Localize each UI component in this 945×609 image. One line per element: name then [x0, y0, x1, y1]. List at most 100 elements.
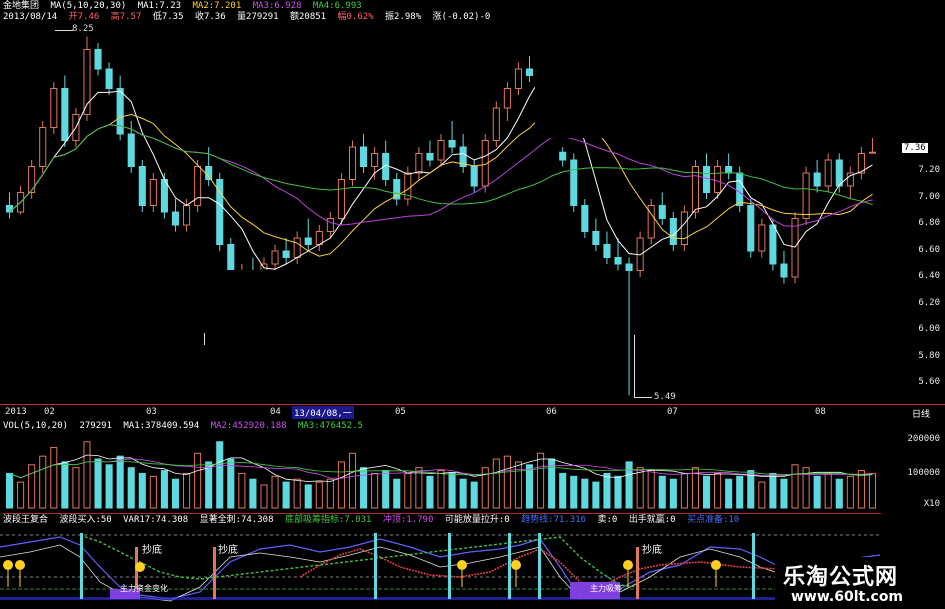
candle[interactable] [315, 231, 323, 245]
volume-bar[interactable] [160, 470, 168, 509]
candle[interactable] [348, 146, 357, 180]
candle[interactable] [127, 133, 135, 167]
candle[interactable] [570, 159, 578, 206]
volume-bar[interactable] [868, 472, 877, 509]
volume-bar[interactable] [282, 481, 290, 509]
volume-bar[interactable] [503, 455, 511, 509]
candle[interactable] [758, 224, 766, 252]
volume-bar[interactable] [747, 470, 755, 509]
volume-bar[interactable] [105, 464, 113, 509]
volume-bar[interactable] [205, 461, 213, 509]
volume-bar[interactable] [791, 464, 799, 509]
candle[interactable] [183, 205, 191, 226]
volume-bar[interactable] [28, 464, 36, 509]
candle[interactable] [824, 159, 832, 187]
candle[interactable] [525, 68, 534, 76]
volume-bar[interactable] [824, 472, 832, 509]
volume-bar[interactable] [5, 472, 14, 509]
volume-bar[interactable] [83, 441, 91, 509]
volume-bar[interactable] [559, 472, 567, 509]
candle[interactable] [105, 68, 113, 89]
volume-bar[interactable] [238, 472, 246, 509]
candle[interactable] [271, 250, 279, 265]
volume-bar[interactable] [702, 475, 711, 509]
candle[interactable] [94, 49, 102, 70]
volume-bar[interactable] [249, 478, 257, 509]
candle[interactable] [304, 237, 312, 245]
candle[interactable] [702, 166, 711, 193]
volume-bar[interactable] [680, 472, 688, 509]
volume-bar[interactable] [183, 472, 191, 509]
volume-bar[interactable] [514, 461, 522, 509]
volume-bar[interactable] [813, 475, 821, 509]
volume-bar[interactable] [758, 481, 766, 509]
volume-bar[interactable] [227, 458, 235, 509]
candle[interactable] [492, 107, 500, 141]
volume-bar[interactable] [669, 478, 677, 509]
volume-bar[interactable] [171, 478, 180, 509]
candle[interactable] [326, 218, 334, 232]
candle[interactable] [282, 250, 290, 258]
volume-bar[interactable] [614, 475, 622, 509]
volume-bar[interactable] [714, 472, 722, 509]
volume-bar[interactable] [382, 470, 390, 509]
candle[interactable] [514, 68, 522, 89]
candle[interactable] [603, 244, 611, 258]
candle[interactable] [39, 127, 47, 167]
candle[interactable] [50, 88, 58, 128]
candle[interactable] [736, 172, 744, 206]
volume-bar[interactable] [138, 472, 146, 509]
volume-bar[interactable] [304, 484, 312, 509]
candle[interactable] [360, 146, 368, 167]
volume-bar[interactable] [348, 452, 357, 509]
candle[interactable] [625, 263, 633, 271]
volume-bar[interactable] [835, 478, 843, 509]
volume-bar[interactable] [625, 461, 633, 509]
candle[interactable] [658, 205, 666, 219]
candle[interactable] [437, 140, 445, 161]
candle[interactable] [5, 205, 14, 213]
candle[interactable] [680, 211, 688, 245]
candle[interactable] [293, 237, 301, 258]
volume-bar[interactable] [780, 478, 788, 509]
candle[interactable] [470, 166, 478, 187]
volume-bar[interactable] [857, 470, 865, 509]
volume-bar[interactable] [603, 472, 611, 509]
volume-bar[interactable] [647, 470, 655, 509]
volume-bar[interactable] [61, 461, 69, 509]
volume-bar[interactable] [658, 475, 666, 509]
candle[interactable] [426, 153, 434, 161]
candle[interactable] [835, 159, 843, 187]
volume-bar[interactable] [415, 467, 423, 509]
volume-bar[interactable] [548, 458, 556, 509]
candle[interactable] [791, 218, 799, 278]
volume-bar[interactable] [437, 470, 445, 509]
volume-bar[interactable] [39, 455, 47, 509]
volume-bar[interactable] [570, 475, 578, 509]
volume-bar[interactable] [581, 478, 589, 509]
volume-bar[interactable] [17, 481, 25, 509]
period-button[interactable]: 日线 [912, 407, 930, 420]
volume-bar[interactable] [116, 455, 124, 509]
candle[interactable] [503, 88, 511, 109]
volume-bar[interactable] [127, 467, 135, 509]
volume-bar[interactable] [592, 481, 600, 509]
volume-bar[interactable] [448, 472, 456, 509]
candle[interactable] [691, 166, 699, 213]
candle[interactable] [28, 166, 36, 193]
volume-bar[interactable] [337, 461, 345, 509]
volume-bar[interactable] [492, 458, 500, 509]
candle[interactable] [780, 263, 788, 278]
volume-bar[interactable] [216, 441, 224, 509]
candle[interactable] [171, 211, 180, 226]
volume-bar[interactable] [94, 458, 102, 509]
volume-bar[interactable] [404, 472, 412, 509]
candle[interactable] [160, 179, 168, 213]
candle[interactable] [769, 224, 777, 265]
candle[interactable] [149, 179, 157, 206]
volume-bar[interactable] [725, 478, 733, 509]
indicator-chart[interactable]: 抄底 抄底 抄底 主力资金变化 主力吸筹 [0, 527, 880, 609]
volume-bar[interactable] [360, 467, 368, 509]
volume-bar[interactable] [50, 447, 58, 509]
volume-bar[interactable] [293, 478, 301, 509]
